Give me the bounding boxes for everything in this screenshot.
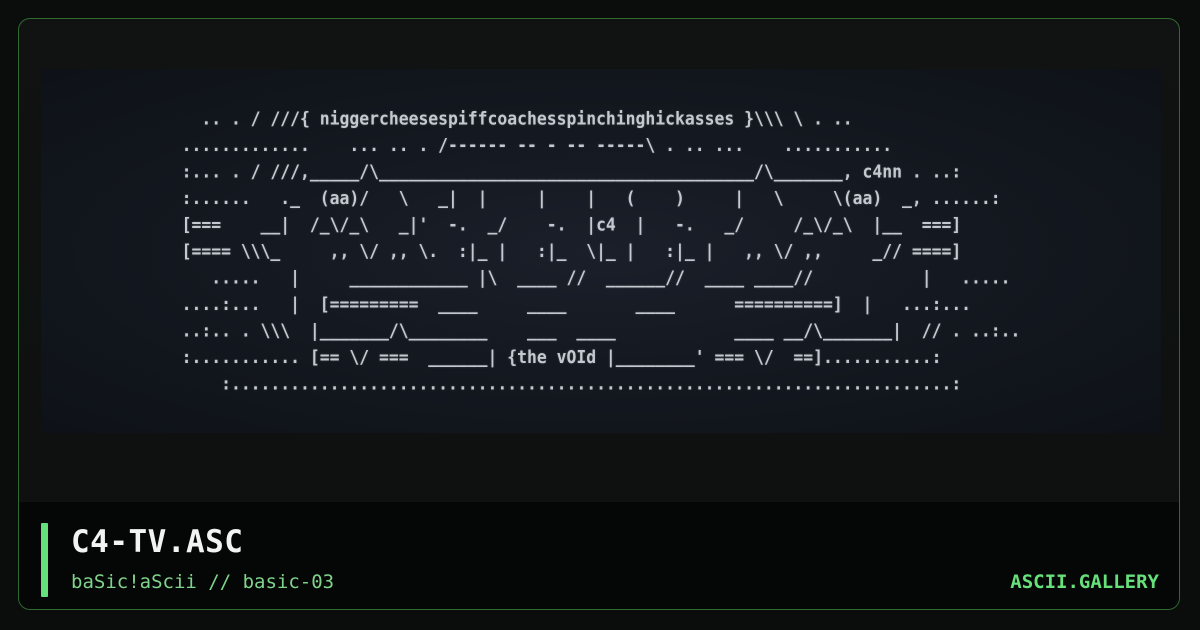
ascii-art-text: .. . / ///{ niggercheesespiffcoachesspin… (181, 108, 1021, 394)
card-footer: C4-TV.ASC baSic!aScii // basic-03 ASCII.… (19, 501, 1179, 609)
pack-subtitle: baSic!aScii // basic-03 (71, 571, 335, 593)
accent-bar (41, 523, 48, 597)
file-title: C4-TV.ASC (71, 524, 244, 560)
card-frame: .. . / ///{ niggercheesespiffcoachesspin… (18, 18, 1180, 610)
site-brand: ASCII.GALLERY (1010, 571, 1159, 593)
ascii-art-panel: .. . / ///{ niggercheesespiffcoachesspin… (41, 69, 1161, 433)
